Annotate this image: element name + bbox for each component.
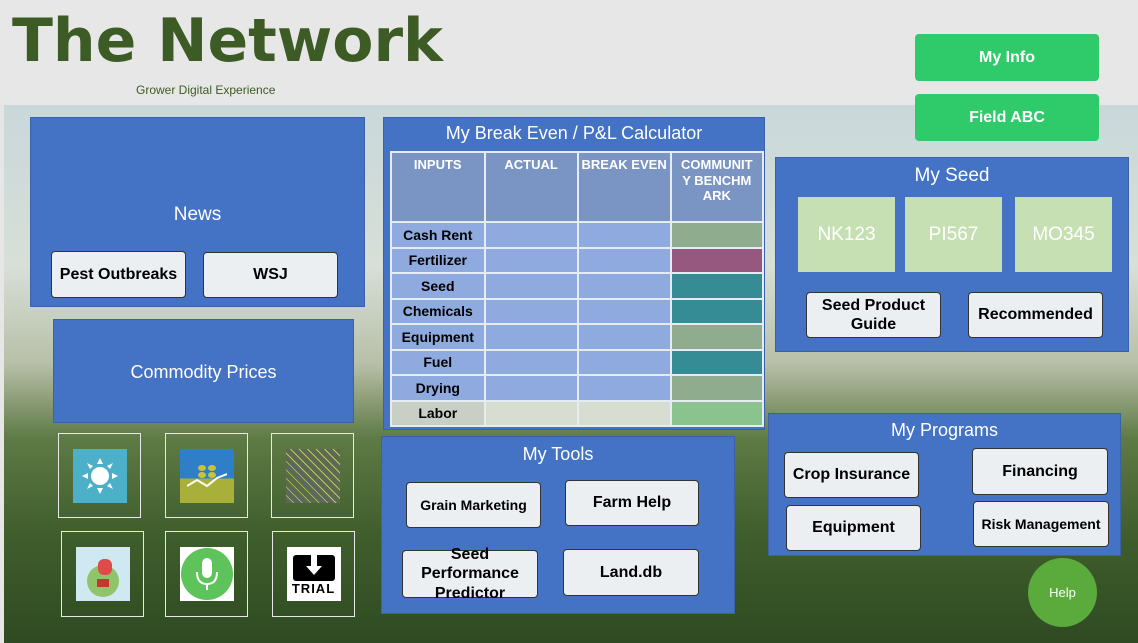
my-programs-title: My Programs: [890, 420, 998, 440]
input-label: Fertilizer: [390, 246, 486, 274]
benchmark-cell: [669, 348, 765, 376]
actual-cell[interactable]: [483, 374, 579, 402]
my-tools-title: My Tools: [522, 444, 594, 464]
app-subtitle: Grower Digital Experience: [136, 83, 276, 97]
my-info-button[interactable]: My Info: [915, 34, 1099, 81]
field-button[interactable]: Field ABC: [915, 94, 1099, 141]
calculator-title: My Break Even / P&L Calculator: [445, 123, 703, 143]
seed-product-tile[interactable]: PI567: [905, 197, 1002, 272]
benchmark-cell: [669, 399, 765, 427]
commodity-prices-panel[interactable]: Commodity Prices: [53, 319, 354, 423]
break-even-cell[interactable]: [576, 348, 672, 376]
actual-cell[interactable]: [483, 323, 579, 351]
trial-app-tile[interactable]: TRIAL: [272, 531, 355, 617]
calculator-row: Chemicals: [390, 297, 765, 325]
col-header: INPUTS: [390, 151, 486, 223]
grain-market-icon: [179, 448, 234, 503]
actual-cell[interactable]: [483, 246, 579, 274]
break-even-cell[interactable]: [576, 246, 672, 274]
actual-cell[interactable]: [483, 272, 579, 300]
app-title: The Network: [12, 6, 443, 76]
col-header: ACTUAL: [483, 151, 579, 223]
my-tools-panel: My Tools Grain Marketing Farm Help Seed …: [381, 436, 735, 614]
calculator-row: Drying: [390, 374, 765, 402]
grain-market-app-tile[interactable]: [165, 433, 248, 518]
voice-app-tile[interactable]: [165, 531, 248, 617]
field-map-icon: [285, 448, 340, 503]
seed-product-tile[interactable]: NK123: [798, 197, 895, 272]
wsj-button[interactable]: WSJ: [203, 252, 338, 298]
trial-label: TRIAL: [291, 580, 336, 596]
benchmark-cell: [669, 221, 765, 249]
input-label: Seed: [390, 272, 486, 300]
farm-for-sale-icon: [75, 547, 130, 601]
break-even-cell[interactable]: [576, 297, 672, 325]
land-db-button[interactable]: Land.db: [563, 549, 699, 596]
break-even-cell[interactable]: [576, 323, 672, 351]
recommended-button[interactable]: Recommended: [968, 292, 1103, 338]
calculator-row: Fertilizer: [390, 246, 765, 274]
farm-help-button[interactable]: Farm Help: [565, 480, 699, 526]
seed-product-guide-button[interactable]: Seed Product Guide: [806, 292, 941, 338]
input-label: Fuel: [390, 348, 486, 376]
calculator-row: Seed: [390, 272, 765, 300]
calculator-row: Labor: [390, 399, 765, 427]
benchmark-cell: [669, 272, 765, 300]
weather-app-tile[interactable]: [58, 433, 141, 518]
grain-marketing-button[interactable]: Grain Marketing: [406, 482, 541, 528]
break-even-cell[interactable]: [576, 374, 672, 402]
my-seed-title: My Seed: [914, 165, 990, 186]
equipment-button[interactable]: Equipment: [786, 505, 921, 551]
input-label: Drying: [390, 374, 486, 402]
break-even-cell[interactable]: [576, 272, 672, 300]
calculator-row: Fuel: [390, 348, 765, 376]
help-button[interactable]: Help: [1028, 558, 1097, 627]
calculator-row: Equipment: [390, 323, 765, 351]
farm-for-sale-app-tile[interactable]: [61, 531, 144, 617]
benchmark-cell: [669, 374, 765, 402]
col-header: BREAK EVEN: [576, 151, 672, 223]
my-programs-panel: My Programs Crop Insurance Financing Equ…: [768, 413, 1121, 556]
actual-cell[interactable]: [483, 297, 579, 325]
news-panel: News Pest Outbreaks WSJ: [30, 117, 365, 307]
news-title: News: [173, 204, 222, 225]
crop-insurance-button[interactable]: Crop Insurance: [784, 452, 919, 498]
break-even-calculator-panel: My Break Even / P&L Calculator INPUTS AC…: [383, 117, 765, 430]
input-label: Labor: [390, 399, 486, 427]
weather-icon: [72, 448, 127, 503]
financing-button[interactable]: Financing: [972, 448, 1108, 495]
col-header: COMMUNITY BENCHMARK: [669, 151, 765, 223]
break-even-cell[interactable]: [576, 399, 672, 427]
break-even-cell[interactable]: [576, 221, 672, 249]
input-label: Cash Rent: [390, 221, 486, 249]
actual-cell[interactable]: [483, 221, 579, 249]
field-map-app-tile[interactable]: [271, 433, 354, 518]
input-label: Chemicals: [390, 297, 486, 325]
pest-outbreaks-button[interactable]: Pest Outbreaks: [51, 251, 186, 298]
benchmark-cell: [669, 323, 765, 351]
my-seed-panel: My Seed NK123 PI567 MO345 Seed Product G…: [775, 157, 1129, 352]
seed-product-tile[interactable]: MO345: [1015, 197, 1112, 272]
calculator-row: Cash Rent: [390, 221, 765, 249]
microphone-icon: [179, 547, 234, 601]
benchmark-cell: [669, 297, 765, 325]
input-label: Equipment: [390, 323, 486, 351]
calculator-table: INPUTS ACTUAL BREAK EVEN COMMUNITY BENCH…: [390, 151, 765, 427]
actual-cell[interactable]: [483, 399, 579, 427]
risk-management-button[interactable]: Risk Management: [973, 501, 1109, 547]
commodity-prices-title: Commodity Prices: [130, 362, 277, 382]
benchmark-cell: [669, 246, 765, 274]
trial-download-icon: TRIAL: [286, 547, 341, 601]
seed-performance-predictor-button[interactable]: Seed Performance Predictor: [402, 546, 538, 602]
actual-cell[interactable]: [483, 348, 579, 376]
